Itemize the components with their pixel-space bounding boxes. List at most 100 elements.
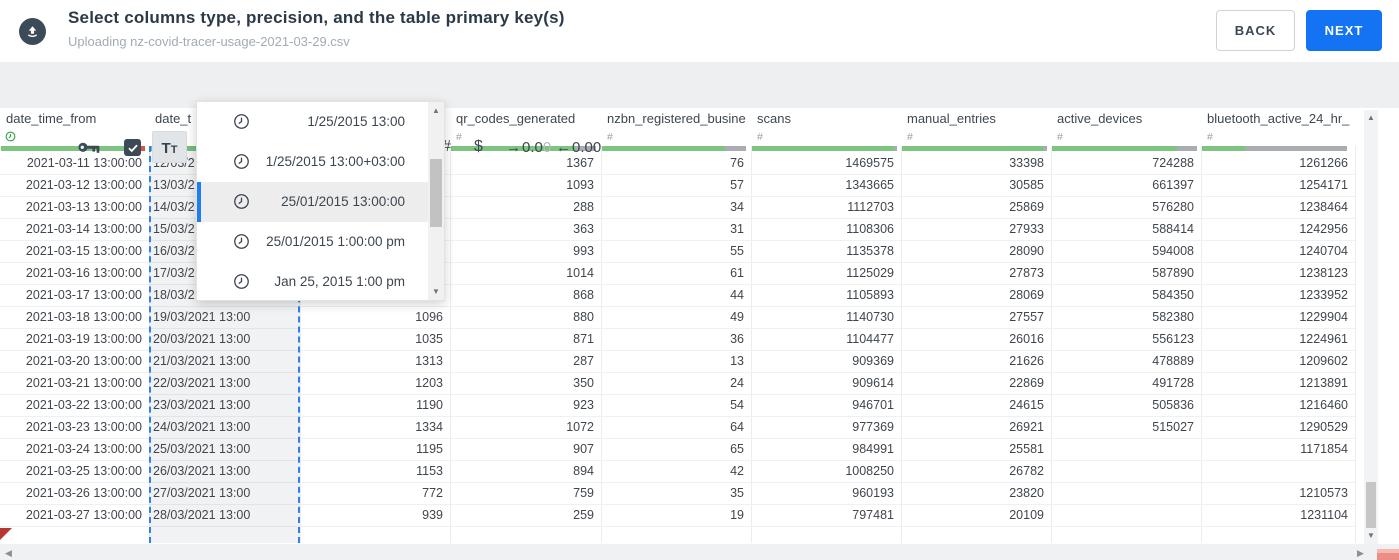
table-cell: 25/03/2021 13:00	[153, 442, 251, 456]
scroll-up-arrow[interactable]: ▲	[1364, 113, 1378, 122]
column-separator	[1051, 146, 1052, 543]
table-cell: 288	[573, 200, 594, 214]
scroll-left-arrow[interactable]: ◀	[5, 548, 12, 559]
table-cell: 582380	[1152, 310, 1194, 324]
table-cell: 287	[573, 354, 594, 368]
table-cell: 1469575	[845, 156, 894, 170]
table-cell: 1290529	[1299, 420, 1348, 434]
dropdown-item[interactable]: Jan 25, 2015 1:00 pm	[197, 262, 429, 302]
table-cell: 2021-03-20 13:00:00	[25, 354, 142, 368]
dropdown-scrollbar[interactable]: ▲ ▼	[428, 102, 444, 300]
table-cell: 30585	[1009, 178, 1044, 192]
table-cell: 2021-03-15 13:00:00	[25, 244, 142, 258]
column-quality-bar-green	[1052, 146, 1177, 151]
primary-key-icon[interactable]	[78, 141, 100, 159]
number-type-mark: #	[607, 131, 613, 143]
dropdown-item[interactable]: 1/25/2015 13:00	[197, 102, 429, 142]
arrow-right-icon: →	[506, 138, 521, 156]
scrollbar-corner	[1377, 549, 1399, 560]
table-cell: 1334	[415, 420, 443, 434]
column-header[interactable]: nzbn_registered_busine	[607, 111, 747, 131]
table-cell: 54	[730, 398, 744, 412]
number-type-mark: #	[456, 131, 462, 143]
table-cell: 1171854	[1300, 442, 1348, 456]
number-type-mark: #	[1057, 131, 1063, 143]
table-cell: 1203	[415, 376, 443, 390]
text-type-button[interactable]: TT	[152, 131, 187, 163]
table-cell: 1195	[416, 442, 443, 456]
dropdown-item[interactable]: 25/01/2015 1:00:00 pm	[197, 222, 429, 262]
table-cell: 20/03/2021 13:00	[153, 332, 251, 346]
column-header[interactable]: manual_entries	[907, 111, 1047, 131]
number-type-mark: #	[757, 131, 763, 143]
clock-icon	[233, 113, 250, 135]
table-cell: 880	[573, 310, 594, 324]
column-quality-bar-green	[902, 146, 1043, 151]
column-header[interactable]: date_time_from	[6, 111, 145, 131]
column-quality-bar-green	[1202, 146, 1245, 151]
table-cell: 2021-03-13 13:00:00	[25, 200, 142, 214]
column-header[interactable]: scans	[757, 111, 897, 131]
dropdown-scrollbar-thumb[interactable]	[430, 159, 442, 227]
upload-filename-subtitle: Uploading nz-covid-tracer-usage-2021-03-…	[68, 34, 350, 49]
table-cell: 1153	[416, 464, 443, 478]
increase-decimal-button[interactable]: → 0.0 0	[506, 131, 551, 163]
dropdown-item[interactable]: 1/25/2015 13:00+03:00	[197, 142, 429, 182]
table-cell: 64	[730, 420, 744, 434]
decrease-decimal-button[interactable]: ← 0.00	[556, 131, 601, 163]
table-cell: 2021-03-27 13:00:00	[25, 508, 142, 522]
currency-type-button[interactable]: $	[474, 131, 483, 163]
column-separator	[601, 146, 602, 543]
table-cell: 20109	[1009, 508, 1044, 522]
scroll-right-arrow[interactable]: ▶	[1357, 548, 1364, 559]
table-cell: 1238464	[1299, 200, 1348, 214]
include-column-checkbox[interactable]	[124, 139, 141, 156]
table-cell: 1108306	[846, 222, 894, 236]
vertical-scrollbar-thumb[interactable]	[1366, 482, 1376, 528]
text-type-large-t: T	[161, 140, 171, 157]
scroll-down-arrow[interactable]: ▼	[1364, 531, 1378, 540]
table-cell: 759	[573, 486, 594, 500]
table-cell: 1112703	[847, 200, 894, 214]
table-cell: 661397	[1152, 178, 1194, 192]
clock-icon	[233, 153, 250, 175]
table-cell: 2021-03-17 13:00:00	[25, 288, 142, 302]
table-cell: 21/03/2021 13:00	[153, 354, 251, 368]
table-cell: 25869	[1009, 200, 1044, 214]
vertical-scrollbar[interactable]: ▲ ▼	[1364, 110, 1378, 544]
table-cell: 1224961	[1299, 332, 1348, 346]
table-cell: 2021-03-22 13:00:00	[25, 398, 142, 412]
table-cell: 19	[730, 508, 744, 522]
column-header[interactable]: active_devices	[1057, 111, 1197, 131]
column-header[interactable]: bluetooth_active_24_hr_	[1207, 111, 1351, 131]
next-button[interactable]: NEXT	[1306, 10, 1382, 51]
table-cell: 26921	[1009, 420, 1044, 434]
table-cell: 556123	[1152, 332, 1194, 346]
dropdown-item-label: 25/01/2015 1:00:00 pm	[266, 234, 405, 249]
column-header[interactable]: qr_codes_generated	[456, 111, 597, 131]
table-cell: 2021-03-25 13:00:00	[25, 464, 142, 478]
scroll-up-arrow[interactable]: ▲	[428, 106, 444, 115]
dropdown-item-label: 1/25/2015 13:00+03:00	[265, 154, 405, 169]
table-cell: 27/03/2021 13:00	[153, 486, 251, 500]
table-cell: 28/03/2021 13:00	[153, 508, 251, 522]
table-cell: 1190	[416, 398, 443, 412]
table-cell: 26782	[1009, 464, 1044, 478]
table-cell: 1209602	[1299, 354, 1348, 368]
table-cell: 24/03/2021 13:00	[153, 420, 251, 434]
datetime-type-icon	[5, 131, 16, 145]
table-cell: 797481	[852, 508, 894, 522]
table-cell: 584350	[1152, 288, 1194, 302]
table-cell: 13	[730, 354, 744, 368]
table-cell: 923	[573, 398, 594, 412]
column-quality-bar-red	[141, 146, 145, 151]
upload-wizard-window: Select columns type, precision, and the …	[0, 0, 1399, 560]
dropdown-item-selected[interactable]: 25/01/2015 13:00:00	[197, 182, 429, 222]
table-cell: 1240704	[1299, 244, 1348, 258]
scroll-down-arrow[interactable]: ▼	[428, 287, 444, 296]
back-button[interactable]: BACK	[1216, 10, 1295, 51]
increase-decimal-faded-digit: 0	[542, 138, 552, 156]
table-cell: 27557	[1009, 310, 1044, 324]
horizontal-scrollbar[interactable]: ◀ ▶	[0, 544, 1399, 560]
table-cell: 26/03/2021 13:00	[153, 464, 251, 478]
